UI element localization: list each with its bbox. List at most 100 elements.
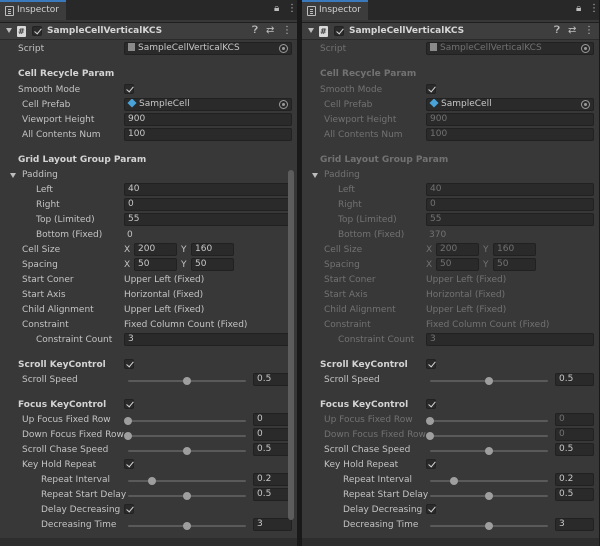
cell-size-y-field[interactable]: 160 [493, 243, 536, 256]
fold-arrow-icon[interactable] [308, 28, 314, 33]
repeat-interval-slider-knob[interactable] [147, 477, 156, 485]
vertical-scrollbar[interactable] [288, 170, 294, 520]
down-focus-field[interactable]: 0 [253, 428, 292, 441]
scroll-keycontrol-checkbox[interactable] [124, 359, 134, 369]
panel-bottom-edge [302, 538, 599, 546]
repeat-start-slider-knob[interactable] [183, 492, 191, 500]
delay-decreasing-label: Delay Decreasing [41, 505, 121, 515]
tab-inspector[interactable]: Inspector [302, 0, 368, 20]
constraint-count-field[interactable]: 3 [124, 333, 292, 346]
spacing-y-field[interactable]: 50 [191, 258, 234, 271]
repeat-start-field[interactable]: 0.5 [253, 488, 292, 501]
viewport-height-field[interactable]: 900 [124, 113, 292, 126]
all-contents-field[interactable]: 100 [426, 128, 594, 141]
key-hold-checkbox[interactable] [426, 459, 436, 469]
delay-decreasing-checkbox[interactable] [426, 504, 436, 514]
scroll-keycontrol-checkbox[interactable] [426, 359, 436, 369]
object-picker-icon[interactable] [279, 44, 288, 53]
repeat-interval-slider-knob[interactable] [449, 477, 458, 485]
cell-prefab-field[interactable]: SampleCell [124, 98, 292, 111]
down-focus-slider-track[interactable] [128, 435, 246, 437]
cell-size-y-field[interactable]: 160 [191, 243, 234, 256]
padding-label: Padding [324, 170, 360, 180]
scroll-chase-slider-knob[interactable] [183, 447, 191, 455]
cell-prefab-value: SampleCell [441, 99, 492, 109]
component-enabled-checkbox[interactable] [32, 26, 42, 36]
up-focus-slider-track[interactable] [128, 420, 246, 422]
cell-size-x-field[interactable]: 200 [134, 243, 177, 256]
scroll-speed-field[interactable]: 0.5 [253, 373, 292, 386]
decreasing-time-slider-knob[interactable] [183, 522, 191, 530]
preset-icon[interactable]: ⇄ [568, 25, 576, 36]
up-focus-field[interactable]: 0 [555, 413, 594, 426]
lock-icon[interactable]: 🔒︎ [576, 3, 581, 14]
key-hold-checkbox[interactable] [124, 459, 134, 469]
decreasing-time-field[interactable]: 3 [253, 518, 292, 531]
kebab-menu-icon[interactable]: ⋮ [287, 3, 297, 14]
help-icon[interactable]: ❓︎ [554, 25, 560, 36]
down-focus-slider-track[interactable] [430, 435, 548, 437]
decreasing-time-slider-knob[interactable] [485, 522, 493, 530]
repeat-start-slider-knob[interactable] [485, 492, 493, 500]
all-contents-field[interactable]: 100 [124, 128, 292, 141]
component-header[interactable]: SampleCellVerticalKCS ❓︎ ⇄ ⋮ [0, 22, 297, 40]
padding-fold-icon[interactable] [312, 173, 318, 178]
smooth-mode-checkbox[interactable] [124, 84, 134, 94]
object-picker-icon[interactable] [581, 100, 590, 109]
scroll-chase-field[interactable]: 0.5 [555, 443, 594, 456]
repeat-interval-slider-track[interactable] [128, 480, 246, 482]
object-picker-icon[interactable] [279, 100, 288, 109]
component-header[interactable]: SampleCellVerticalKCS ❓︎ ⇄ ⋮ [302, 22, 599, 40]
tab-inspector[interactable]: Inspector [0, 0, 66, 20]
scroll-speed-field[interactable]: 0.5 [555, 373, 594, 386]
cell-size-x-field[interactable]: 200 [436, 243, 479, 256]
script-field[interactable]: SampleCellVerticalKCS [124, 42, 292, 55]
fold-arrow-icon[interactable] [6, 28, 12, 33]
cell-prefab-field[interactable]: SampleCell [426, 98, 594, 111]
repeat-interval-slider-track[interactable] [430, 480, 548, 482]
down-focus-field[interactable]: 0 [555, 428, 594, 441]
focus-keycontrol-checkbox[interactable] [124, 399, 134, 409]
component-menu-icon[interactable]: ⋮ [282, 25, 292, 36]
scroll-speed-slider-knob[interactable] [485, 377, 493, 385]
constraint-count-field[interactable]: 3 [426, 333, 594, 346]
padding-top-field[interactable]: 55 [124, 213, 292, 226]
scroll-speed-slider-knob[interactable] [183, 377, 191, 385]
component-enabled-checkbox[interactable] [334, 26, 344, 36]
padding-bottom-value: 370 [429, 230, 447, 240]
spacing-x-field[interactable]: 50 [436, 258, 479, 271]
padding-left-field[interactable]: 40 [426, 183, 594, 196]
focus-keycontrol-checkbox[interactable] [426, 399, 436, 409]
viewport-height-field[interactable]: 900 [426, 113, 594, 126]
repeat-interval-field[interactable]: 0.2 [253, 473, 292, 486]
kebab-menu-icon[interactable]: ⋮ [589, 3, 599, 14]
component-menu-icon[interactable]: ⋮ [584, 25, 594, 36]
padding-fold-icon[interactable] [10, 173, 16, 178]
repeat-start-field[interactable]: 0.5 [555, 488, 594, 501]
padding-left-field[interactable]: 40 [124, 183, 292, 196]
spacing-y-field[interactable]: 50 [493, 258, 536, 271]
down-focus-slider-knob[interactable] [426, 432, 434, 440]
padding-right-field[interactable]: 0 [124, 198, 292, 211]
preset-icon[interactable]: ⇄ [266, 25, 274, 36]
up-focus-slider-knob[interactable] [124, 417, 132, 425]
spacing-x-field[interactable]: 50 [134, 258, 177, 271]
up-focus-slider-knob[interactable] [426, 417, 434, 425]
script-field-value: SampleCellVerticalKCS [440, 43, 542, 53]
decreasing-time-field[interactable]: 3 [555, 518, 594, 531]
repeat-interval-field[interactable]: 0.2 [555, 473, 594, 486]
script-field[interactable]: SampleCellVerticalKCS [426, 42, 594, 55]
smooth-mode-checkbox[interactable] [426, 84, 436, 94]
padding-top-field[interactable]: 55 [426, 213, 594, 226]
help-icon[interactable]: ❓︎ [252, 25, 258, 36]
scroll-chase-slider-knob[interactable] [485, 447, 493, 455]
down-focus-slider-knob[interactable] [124, 432, 132, 440]
prefab-cube-icon [429, 99, 439, 108]
delay-decreasing-checkbox[interactable] [124, 504, 134, 514]
up-focus-slider-track[interactable] [430, 420, 548, 422]
lock-icon[interactable]: 🔒︎ [274, 3, 279, 14]
scroll-chase-field[interactable]: 0.5 [253, 443, 292, 456]
up-focus-field[interactable]: 0 [253, 413, 292, 426]
object-picker-icon[interactable] [581, 44, 590, 53]
padding-right-field[interactable]: 0 [426, 198, 594, 211]
